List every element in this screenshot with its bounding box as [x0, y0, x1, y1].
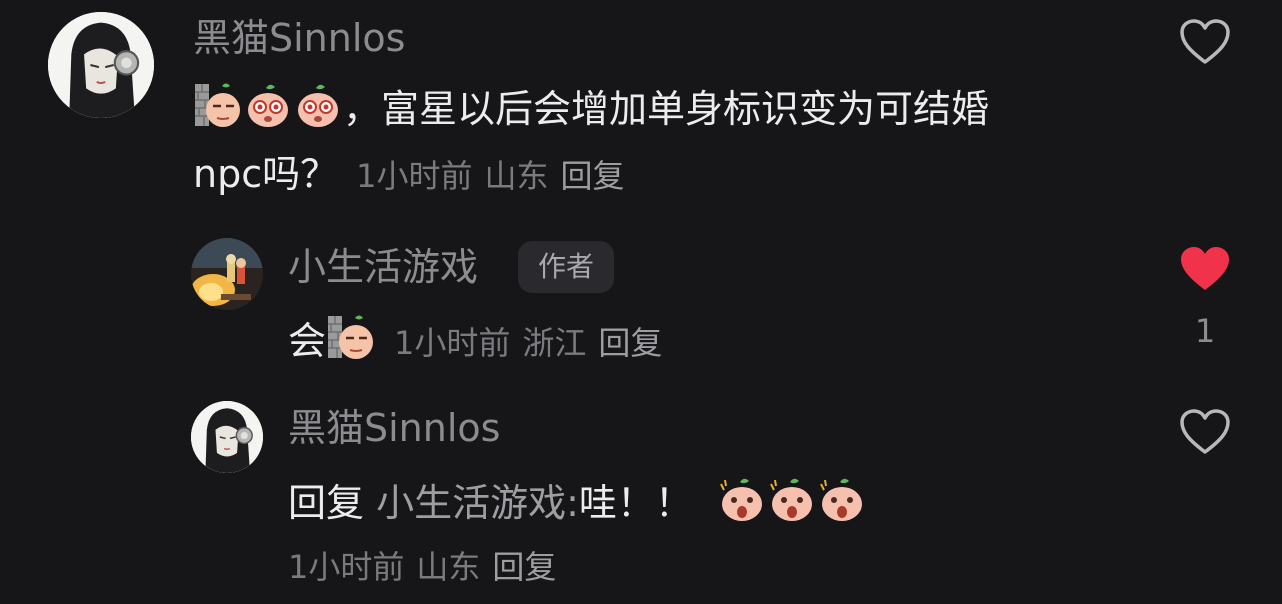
comment-username[interactable]: 黑猫Sinnlos	[193, 16, 405, 60]
comment-text: 回复 小生活游戏:哇！！	[288, 474, 867, 525]
heart-outline-icon	[1180, 409, 1230, 454]
avatar[interactable]	[191, 238, 263, 310]
stoic-face-emoji	[326, 312, 376, 362]
comment-location: 山东	[484, 157, 549, 195]
stoic-face-emoji	[193, 80, 243, 130]
shocked-emoji	[817, 474, 867, 524]
comment-text: 会 1小时前 浙江 回复	[288, 312, 674, 365]
comment-meta: 1小时前 山东 回复	[356, 157, 636, 195]
author-badge: 作者	[518, 241, 615, 293]
reply-prefix: 回复	[288, 481, 365, 525]
comment-text-line2: npc吗？	[193, 152, 339, 196]
comment-time: 1小时前	[356, 157, 473, 195]
comment-thread: 黑猫Sinnlos ，富星以后会增加单身标识变为可结婚 npc吗？ 1小时前 山…	[0, 0, 1282, 604]
avatar-campfire-image	[191, 238, 263, 310]
comment-text-continued: npc吗？ 1小时前 山东 回复	[193, 152, 637, 198]
comment-time: 1小时前	[288, 548, 405, 586]
reply-button[interactable]: 回复	[561, 157, 625, 195]
starry-eyes-emoji	[293, 80, 343, 130]
comment-username[interactable]: 小生活游戏	[288, 245, 478, 289]
comment-text: ，富星以后会增加单身标识变为可结婚	[193, 80, 989, 131]
avatar-girl-headphones-image	[191, 401, 263, 473]
avatar-girl-headphones-image	[48, 12, 154, 118]
like-button[interactable]	[1179, 18, 1231, 66]
comment-meta: 1小时前 山东 回复	[288, 548, 568, 586]
comment-username[interactable]: 黑猫Sinnlos	[288, 406, 500, 450]
comment-text-line1: ，富星以后会增加单身标识变为可结婚	[343, 87, 990, 131]
shocked-emoji	[767, 474, 817, 524]
reply-button[interactable]: 回复	[598, 324, 662, 362]
shocked-emoji	[717, 474, 767, 524]
comment-text-body: 哇！！	[578, 481, 693, 525]
comment-text-body: 会	[288, 319, 327, 363]
comment-meta-row: 1小时前 山东 回复	[288, 543, 568, 589]
like-button[interactable]	[1179, 408, 1231, 456]
like-count: 1	[1194, 312, 1216, 350]
starry-eyes-emoji	[243, 80, 293, 130]
comment-location: 浙江	[522, 324, 587, 362]
heart-outline-icon	[1180, 19, 1230, 64]
comment-location: 山东	[416, 548, 481, 586]
avatar[interactable]	[48, 12, 154, 118]
comment-time: 1小时前	[394, 324, 511, 362]
reply-target-username[interactable]: 小生活游戏:	[376, 481, 579, 525]
comment-meta: 1小时前 浙江 回复	[394, 324, 674, 362]
reply-button[interactable]: 回复	[492, 548, 556, 586]
heart-filled-icon	[1181, 247, 1229, 290]
avatar[interactable]	[191, 401, 263, 473]
like-button[interactable]	[1179, 245, 1231, 293]
